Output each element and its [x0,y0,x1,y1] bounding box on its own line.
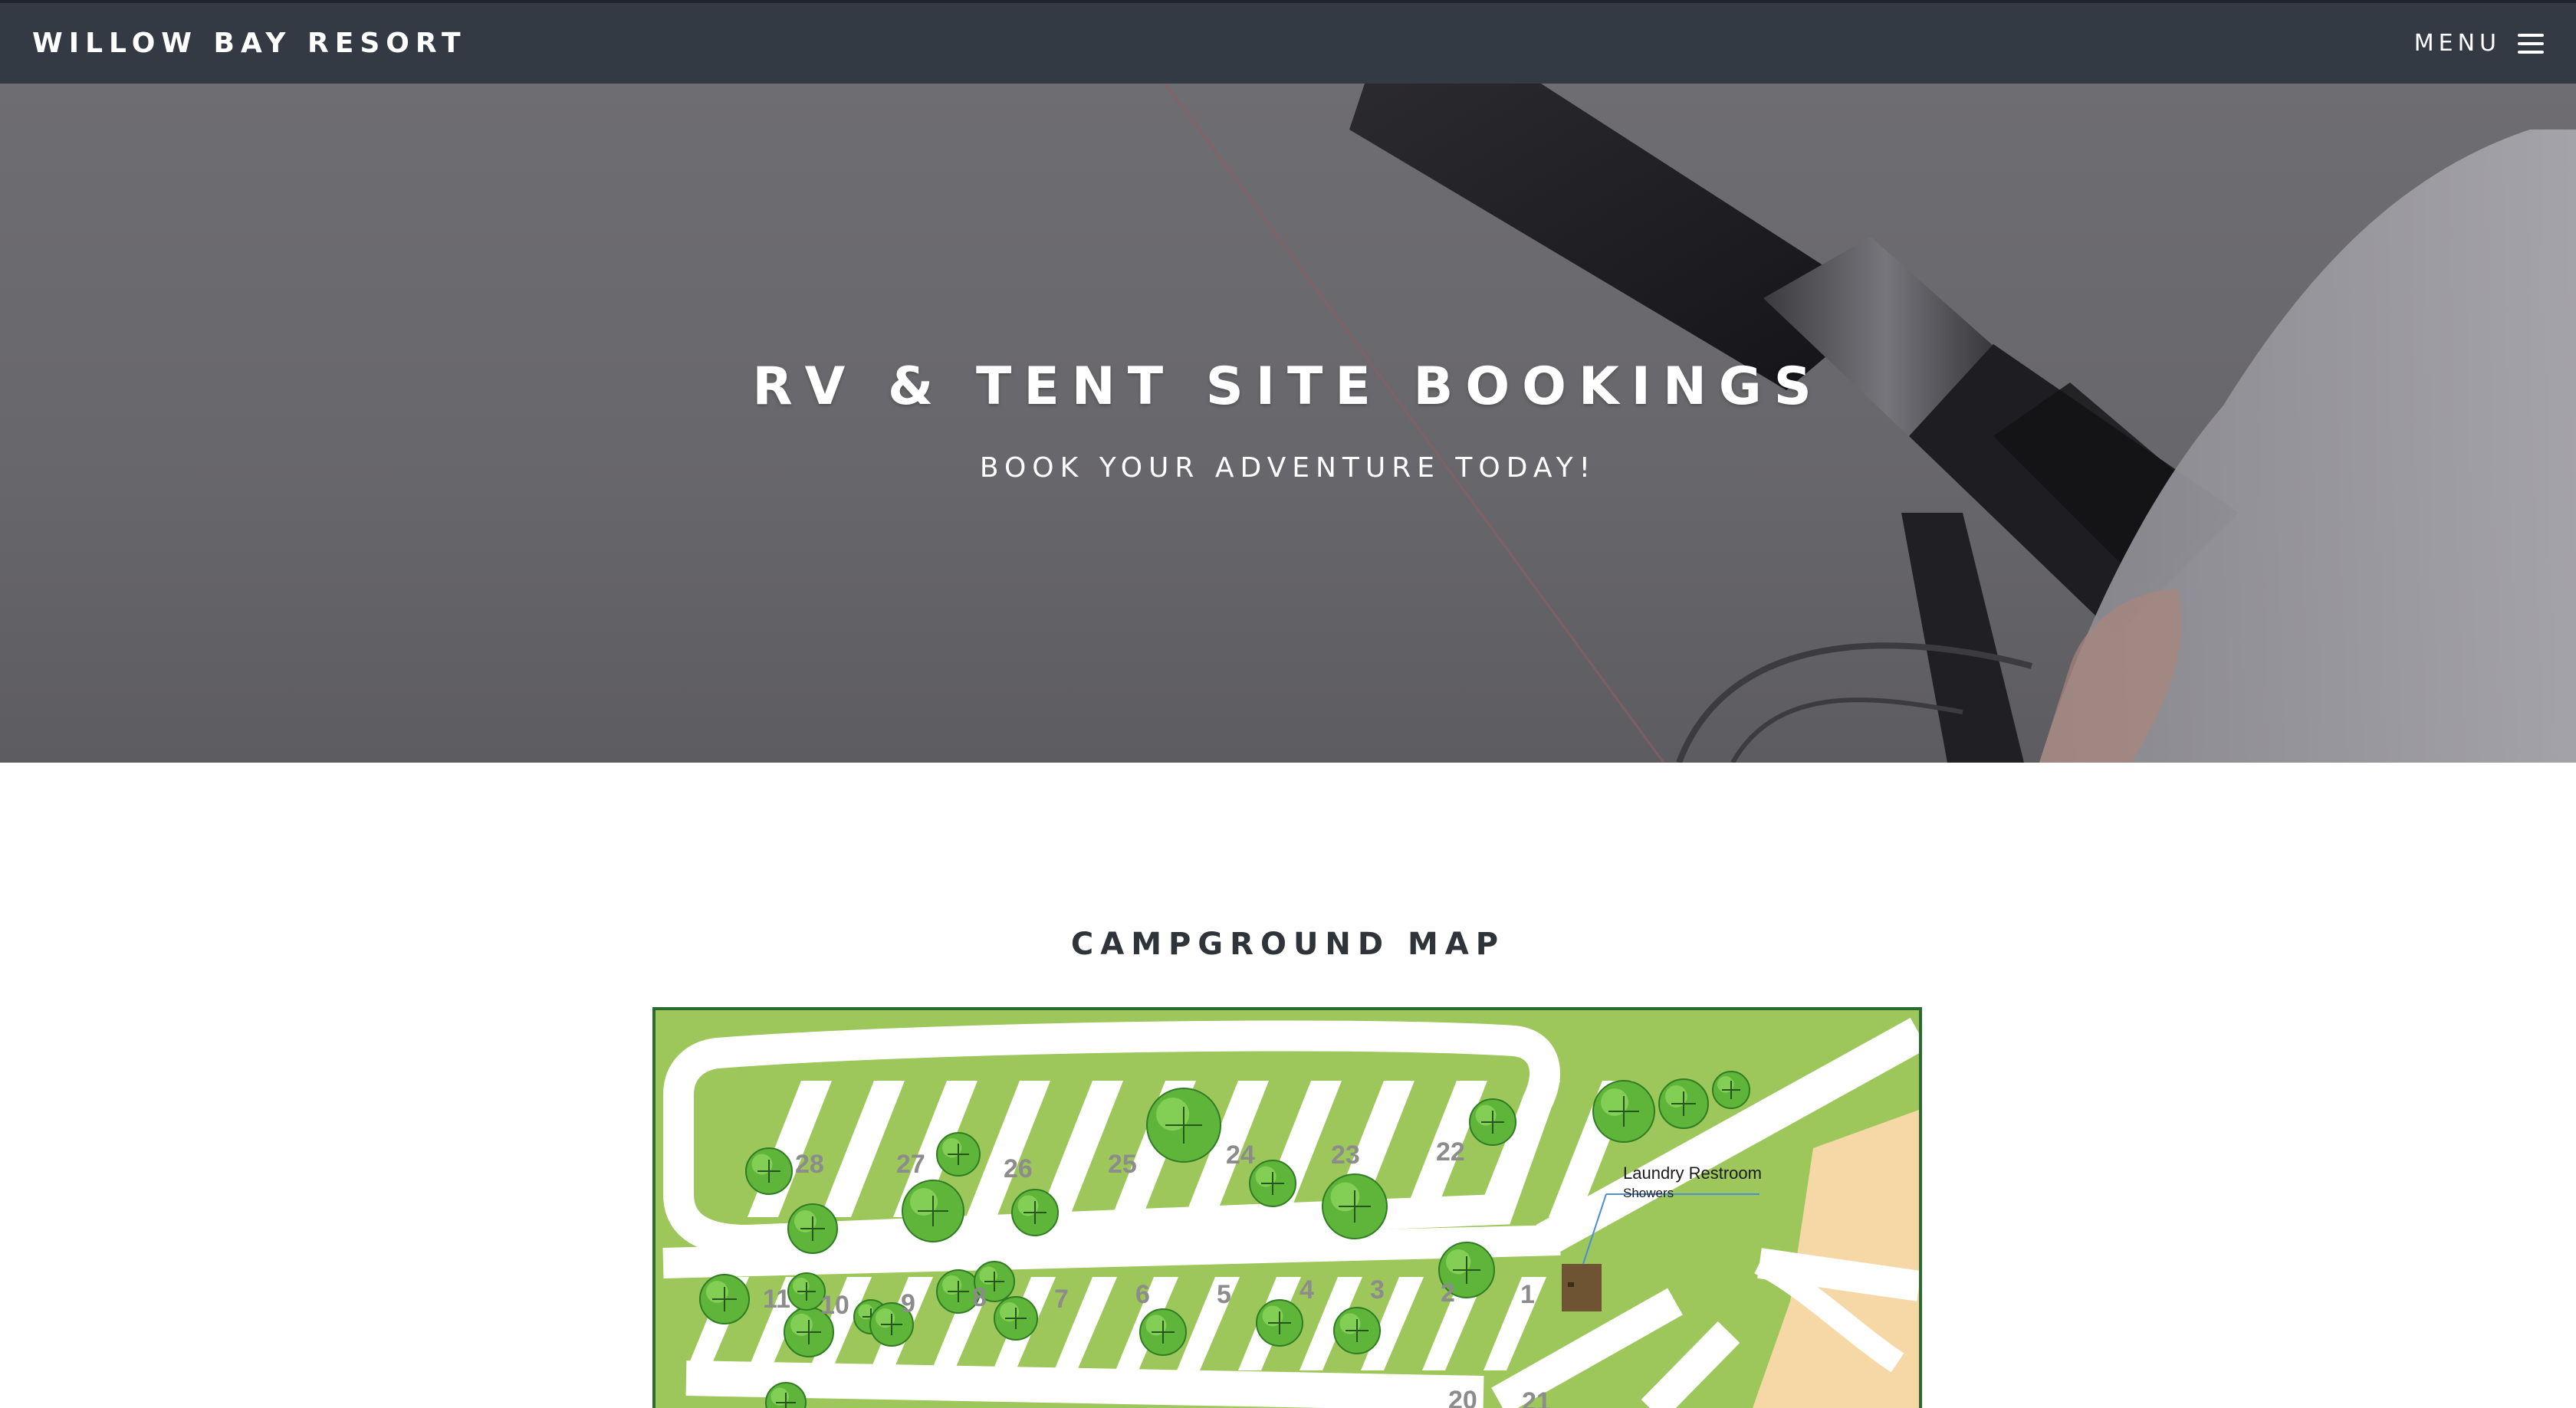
facility-label: Laundry Restroom [1623,1163,1762,1183]
site-number[interactable]: 6 [1135,1280,1150,1309]
map-heading: CAMPGROUND MAP [1070,927,1506,962]
site-number[interactable]: 2 [1441,1278,1455,1308]
tree-icon [699,1274,750,1324]
site-number[interactable]: 24 [1226,1141,1255,1170]
site-number[interactable]: 7 [1054,1285,1069,1314]
hero-content: RV & TENT SITE BOOKINGS BOOK YOUR ADVENT… [0,84,2576,763]
tree-icon [787,1203,838,1254]
site-number[interactable]: 3 [1370,1275,1385,1305]
tree-icon [1469,1098,1516,1146]
site-number[interactable]: 25 [1108,1150,1137,1179]
site-number[interactable]: 5 [1217,1280,1231,1309]
tree-icon [745,1147,793,1195]
laundry-building [1562,1264,1602,1311]
site-number[interactable]: 20 [1448,1386,1477,1408]
tree-icon [936,1132,981,1177]
tree-icon [1592,1080,1655,1143]
tree-icon [902,1180,964,1242]
tree-icon [1139,1308,1187,1356]
site-number[interactable]: 10 [820,1291,849,1320]
site-number[interactable]: 27 [896,1150,925,1179]
tree-icon [1256,1299,1303,1347]
tree-icon [1322,1173,1388,1239]
tree-icon [1146,1088,1221,1163]
campground-map-section: CAMPGROUND MAP 28 27 26 25 24 23 22 11 10 9 8 7 6 5 4 [0,763,2576,1408]
hamburger-icon [2518,33,2544,54]
tree-icon [1658,1078,1709,1129]
site-number[interactable]: 28 [795,1150,824,1179]
tree-icon [1249,1160,1296,1207]
site-number[interactable]: 23 [1331,1141,1360,1170]
site-number[interactable]: 9 [901,1289,915,1318]
site-number[interactable]: 8 [972,1283,987,1312]
campground-map[interactable]: 28 27 26 25 24 23 22 11 10 9 8 7 6 5 4 3 2 1 20 21 Laundry … [652,1007,1922,1408]
hero-banner: RV & TENT SITE BOOKINGS BOOK YOUR ADVENT… [0,84,2576,763]
site-number[interactable]: 11 [763,1285,790,1314]
hero-subtitle: BOOK YOUR ADVENTURE TODAY! [979,452,1597,484]
menu-label: MENU [2413,30,2501,57]
tree-icon [994,1296,1038,1341]
navbar: WILLOW BAY RESORT MENU [0,0,2576,84]
tree-icon [1011,1189,1059,1236]
site-number[interactable]: 4 [1300,1275,1314,1305]
brand-logo[interactable]: WILLOW BAY RESORT [32,28,467,59]
site-number[interactable]: 21 [1522,1387,1551,1408]
menu-button[interactable]: MENU [2414,30,2544,57]
tree-icon [1333,1307,1381,1354]
site-number[interactable]: 22 [1436,1137,1465,1167]
tree-icon [1712,1071,1750,1109]
tree-icon [787,1272,826,1311]
facility-sublabel: Showers [1623,1186,1674,1200]
hero-title: RV & TENT SITE BOOKINGS [752,356,1824,417]
site-number[interactable]: 1 [1520,1280,1535,1309]
site-number[interactable]: 26 [1004,1154,1033,1183]
campground-map-drawing: 28 27 26 25 24 23 2211 10 9 8 7 6 5 4 3 2 120 21 Laundry … [662,1017,1919,1408]
